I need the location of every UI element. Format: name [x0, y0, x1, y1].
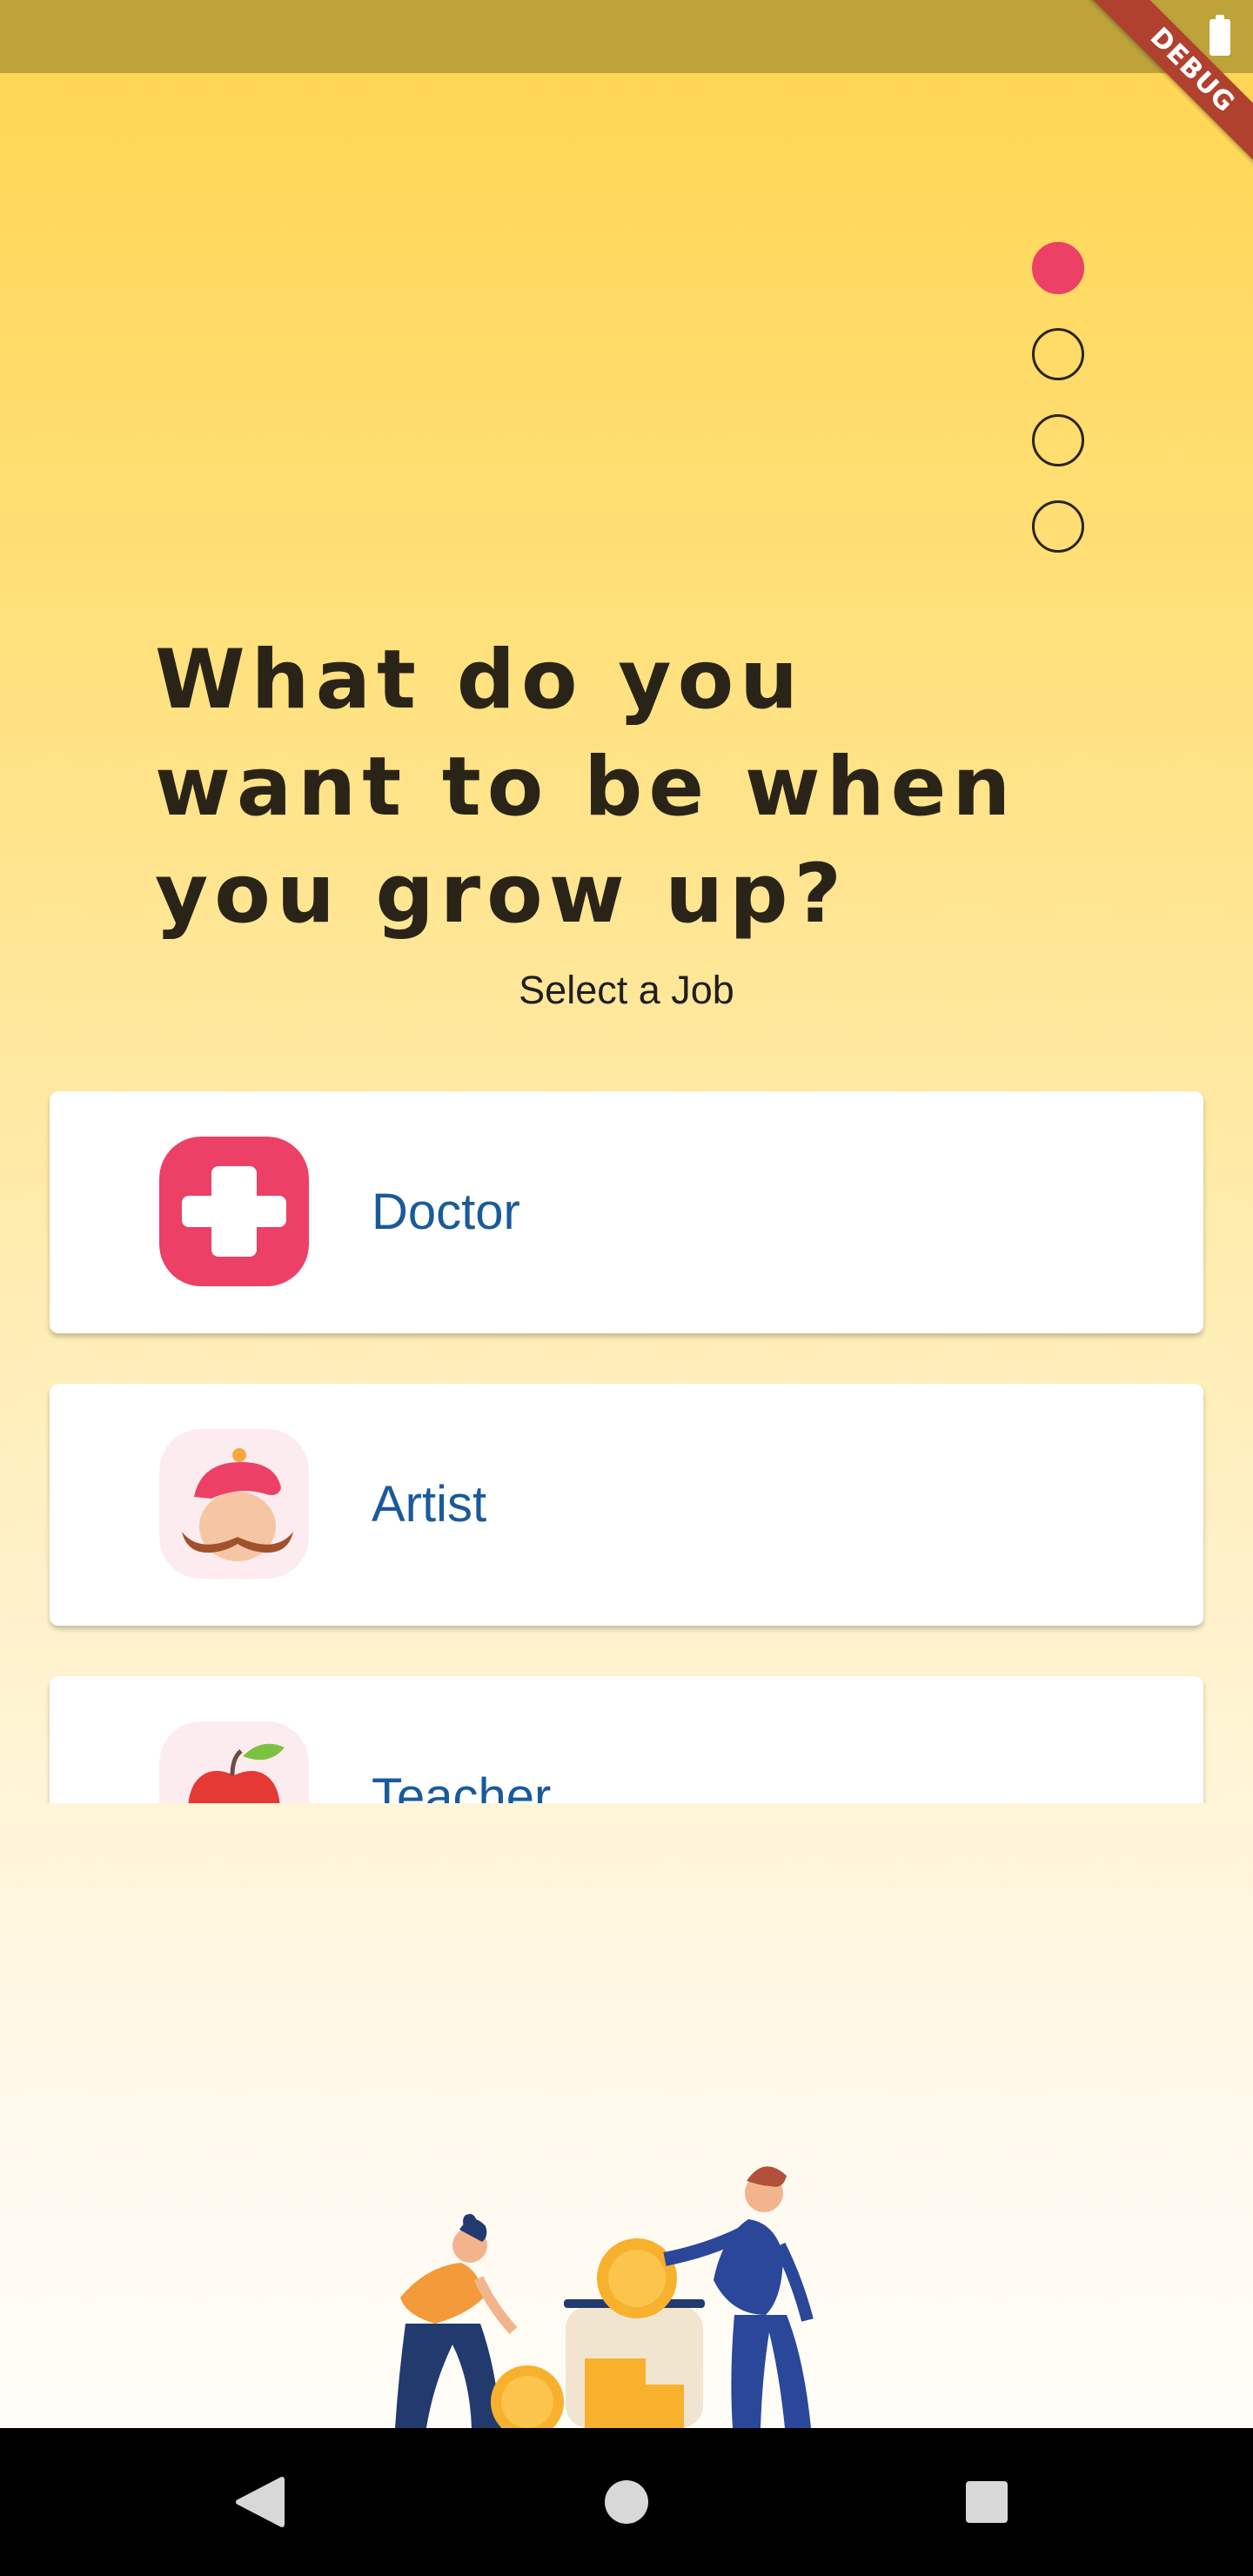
saving-money-jar-illustration [331, 2150, 853, 2438]
page-dot-1[interactable] [1032, 242, 1084, 294]
job-label-teacher: Teacher [372, 1768, 552, 1803]
page-title: What do you want to be when you grow up? [155, 633, 1017, 942]
page-dot-4[interactable] [1032, 500, 1084, 553]
artist-beret-mustache-icon [159, 1429, 309, 1579]
job-card-artist[interactable]: Artist [50, 1384, 1203, 1626]
apple-icon [159, 1721, 309, 1803]
status-bar [0, 0, 1253, 73]
page-subtitle: Select a Job [519, 968, 734, 1012]
page-dot-3[interactable] [1032, 414, 1084, 466]
job-card-teacher[interactable]: Teacher [50, 1676, 1203, 1803]
job-card-doctor[interactable]: Doctor [50, 1091, 1203, 1333]
back-triangle-icon[interactable] [191, 2428, 331, 2576]
page-indicator [1032, 242, 1084, 587]
medical-cross-icon [159, 1137, 309, 1286]
home-circle-icon[interactable] [557, 2428, 696, 2576]
job-list[interactable]: Doctor Artist Teacher [0, 1070, 1253, 1803]
recents-square-icon[interactable] [917, 2428, 1056, 2576]
system-nav-bar [0, 2428, 1253, 2576]
job-label-doctor: Doctor [372, 1184, 520, 1240]
page-dot-2[interactable] [1032, 328, 1084, 380]
battery-icon [1209, 15, 1230, 56]
job-label-artist: Artist [372, 1476, 487, 1533]
